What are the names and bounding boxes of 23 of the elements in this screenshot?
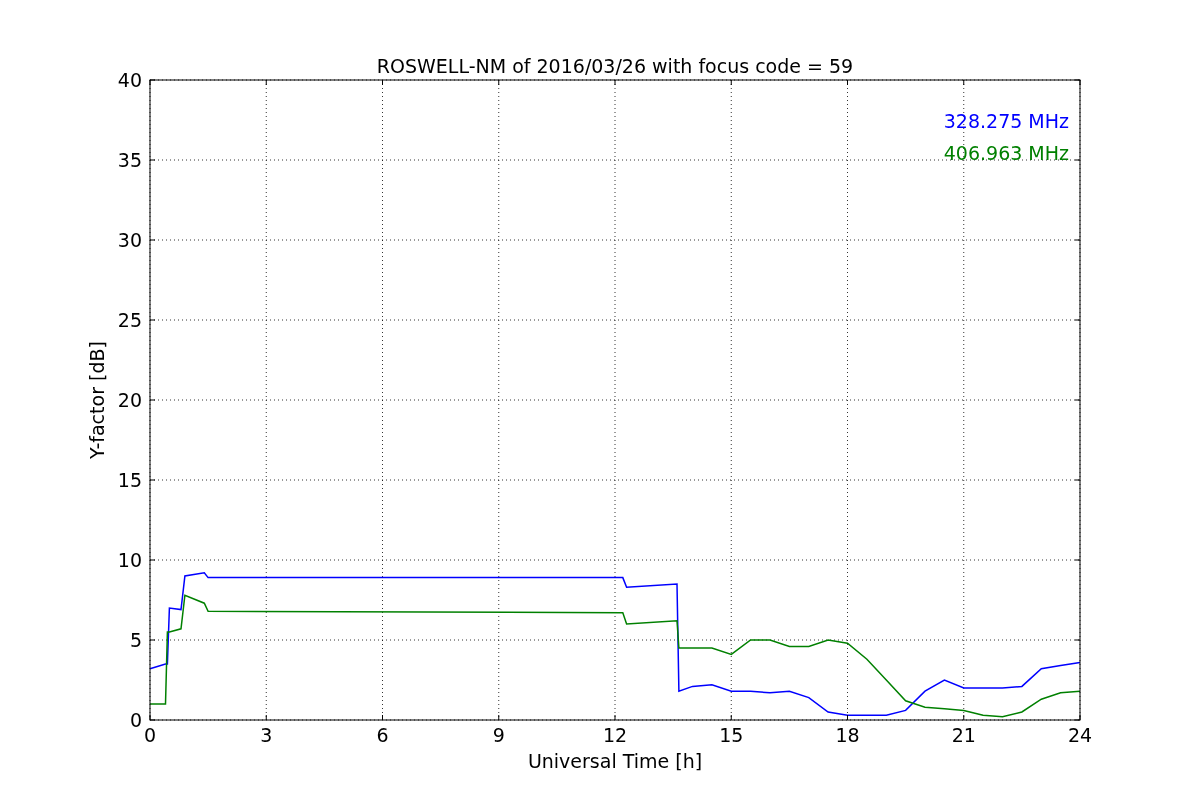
tick-label: 6 bbox=[376, 724, 389, 746]
tick-label: 35 bbox=[117, 149, 142, 171]
tick-label: 15 bbox=[719, 724, 744, 746]
tick-label: 12 bbox=[602, 724, 628, 746]
tick-label: 21 bbox=[951, 724, 976, 746]
chart-title: ROSWELL-NM of 2016/03/26 with focus code = 59 bbox=[376, 55, 854, 77]
legend-label: 406.963 MHz bbox=[943, 142, 1069, 164]
tick-label: 24 bbox=[1067, 724, 1093, 746]
tick-label: 25 bbox=[117, 309, 142, 331]
tick-label: 9 bbox=[492, 724, 505, 746]
tick-label: 40 bbox=[117, 69, 142, 91]
legend-label: 328.275 MHz bbox=[943, 110, 1069, 132]
tick-label: 30 bbox=[117, 229, 142, 251]
tick-label: 20 bbox=[117, 389, 142, 411]
axis-label: Y-factor [dB] bbox=[86, 341, 108, 459]
tick-label: 5 bbox=[129, 629, 142, 651]
tick-label: 3 bbox=[260, 724, 273, 746]
tick-label: 0 bbox=[129, 709, 142, 731]
tick-label: 15 bbox=[117, 469, 142, 491]
tick-label: 10 bbox=[117, 549, 142, 571]
axis-label: Universal Time [h] bbox=[527, 750, 703, 772]
tick-label: 0 bbox=[143, 724, 157, 746]
tick-label: 18 bbox=[835, 724, 860, 746]
